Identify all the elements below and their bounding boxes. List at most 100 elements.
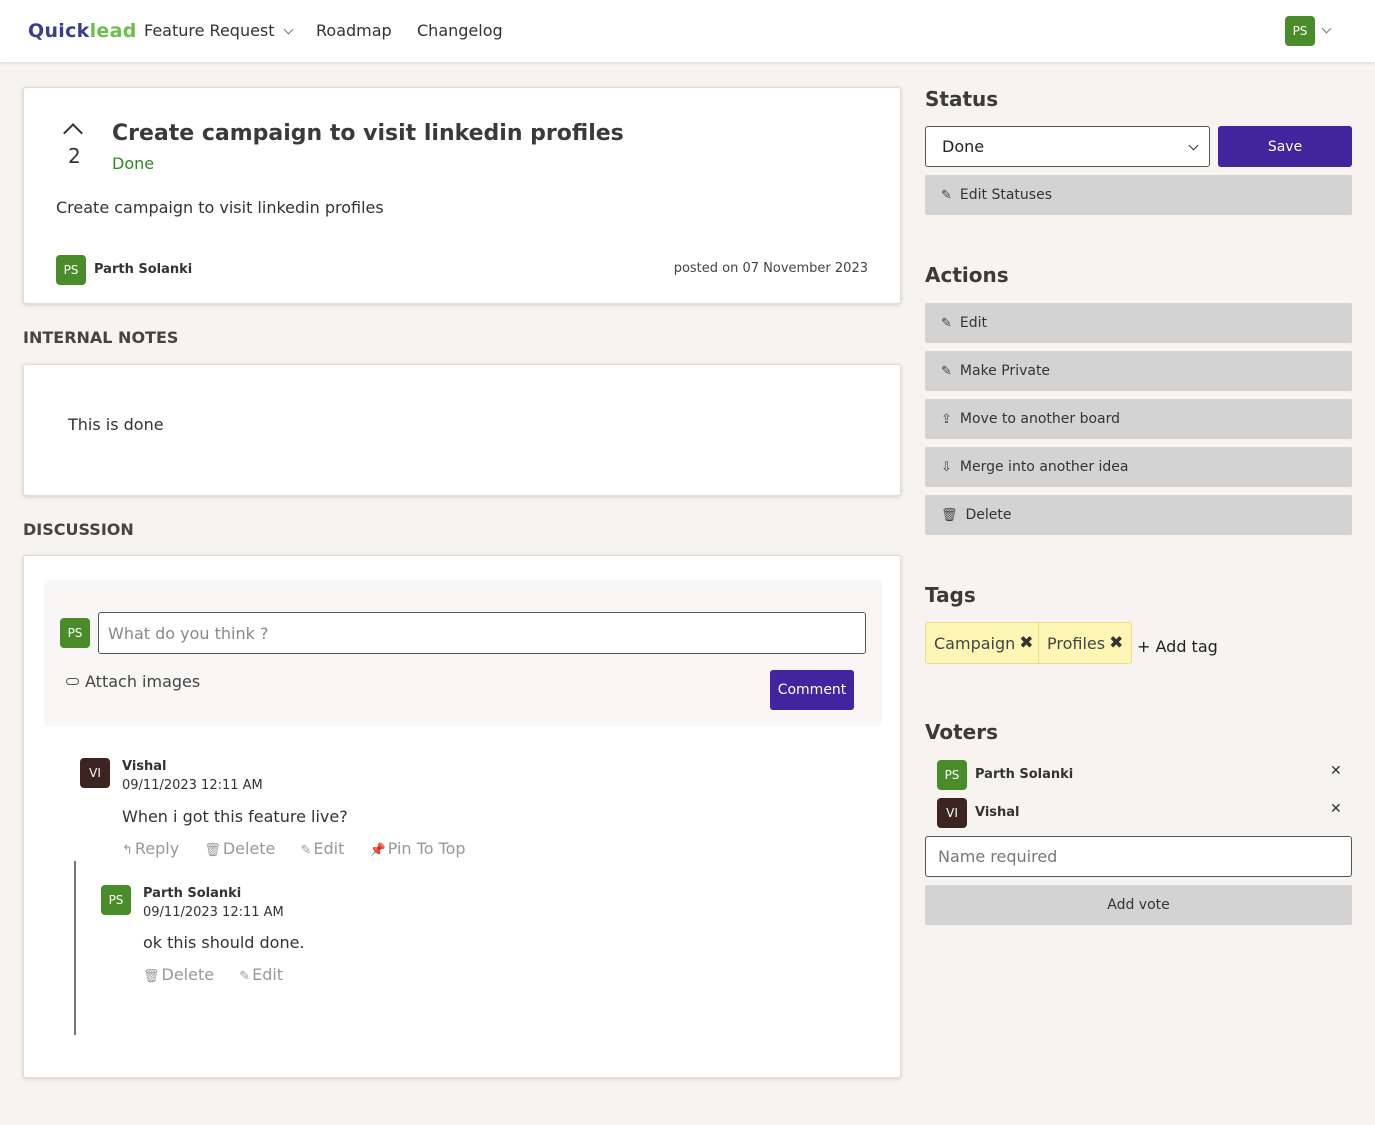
edit-statuses-label: Edit Statuses	[959, 187, 1052, 203]
quicklead-logo[interactable]: Quicklead	[28, 20, 137, 42]
add-tag-button[interactable]: + Add tag	[1137, 637, 1218, 656]
comment-author: Vishal	[122, 759, 167, 774]
remove-tag-icon[interactable]: ✖	[1019, 633, 1033, 653]
top-navbar: Quicklead Feature Request Roadmap Change…	[0, 0, 1375, 62]
make-private-button[interactable]: ✎ Make Private	[925, 351, 1352, 391]
share-icon: ⇪	[941, 411, 952, 427]
avatar: VI	[937, 798, 967, 828]
pencil-icon: ✎	[941, 315, 952, 331]
logo-text-part1: Quick	[28, 20, 90, 42]
post-status: Done	[112, 154, 155, 173]
nav-roadmap[interactable]: Roadmap	[316, 21, 392, 40]
tag-label: Campaign	[934, 633, 1016, 653]
reply-thread-line	[74, 861, 76, 1035]
avatar: PS	[60, 618, 90, 648]
voters-heading: Voters	[925, 720, 999, 744]
comment-actions: 🗑 Delete ✎ Edit	[143, 965, 303, 984]
attach-images-label: Attach images	[85, 672, 201, 691]
pencil-icon: ✎	[300, 843, 312, 858]
voter-name: Parth Solanki	[975, 767, 1074, 782]
avatar: VI	[80, 758, 110, 788]
pencil-icon: ✎	[941, 363, 952, 379]
tag-label: Profiles	[1047, 633, 1106, 653]
delete-label: Delete	[161, 965, 215, 984]
edit-label: Edit	[313, 839, 345, 858]
save-button[interactable]: Save	[1218, 126, 1352, 167]
action-label: Delete	[965, 507, 1012, 523]
pencil-icon: ✎	[239, 969, 251, 984]
status-heading: Status	[925, 87, 999, 111]
tag-campaign: Campaign ✖	[925, 622, 1043, 664]
discussion-card: PS Attach images Comment VI Vishal 09/11…	[23, 555, 901, 1078]
move-board-button[interactable]: ⇪ Move to another board	[925, 399, 1352, 439]
comment-text: ok this should done.	[143, 933, 305, 952]
voter-name-input[interactable]	[925, 836, 1352, 877]
post-date: posted on 07 November 2023	[673, 261, 868, 276]
actions-heading: Actions	[925, 263, 1009, 287]
delete-button[interactable]: 🗑 Delete	[143, 965, 224, 984]
tag-profiles: Profiles ✖	[1038, 622, 1133, 664]
tags-heading: Tags	[925, 583, 976, 607]
remove-voter-icon[interactable]: ✕	[1330, 763, 1342, 779]
nav-feature-request-label: Feature Request	[144, 21, 275, 40]
nav-feature-request[interactable]: Feature Request	[144, 21, 293, 40]
delete-button[interactable]: 🗑 Delete	[204, 839, 285, 858]
post-body: Create campaign to visit linkedin profil…	[56, 198, 384, 217]
merge-idea-button[interactable]: ⇩ Merge into another idea	[925, 447, 1352, 487]
reply-icon: ↰	[122, 843, 133, 858]
edit-button[interactable]: ✎ Edit	[301, 839, 355, 858]
trash-icon: 🗑	[204, 843, 221, 858]
comment-button[interactable]: Comment	[770, 670, 854, 710]
merge-icon: ⇩	[941, 459, 952, 475]
status-select-value: Done	[942, 137, 985, 156]
internal-notes-text: This is done	[68, 415, 164, 434]
delete-action-button[interactable]: 🗑 Delete	[925, 495, 1352, 535]
attach-images-button[interactable]: Attach images	[66, 672, 200, 691]
reply-button[interactable]: ↰ Reply	[122, 839, 189, 858]
discussion-label: DISCUSSION	[23, 520, 134, 539]
internal-notes-card[interactable]: This is done	[23, 364, 901, 496]
pencil-icon: ✎	[941, 187, 952, 203]
voter-name: Vishal	[975, 805, 1020, 820]
action-label: Edit	[959, 315, 988, 331]
logo-text-part2: lead	[89, 20, 137, 42]
edit-action-button[interactable]: ✎ Edit	[925, 303, 1352, 343]
vote-count: 2	[68, 144, 81, 168]
comment-composer: PS Attach images Comment	[44, 580, 882, 726]
pin-to-top-button[interactable]: 📌 Pin To Top	[369, 839, 475, 858]
remove-voter-icon[interactable]: ✕	[1330, 801, 1342, 817]
post-author: Parth Solanki	[94, 262, 193, 277]
action-label: Make Private	[959, 363, 1051, 379]
edit-statuses-button[interactable]: ✎ Edit Statuses	[925, 175, 1352, 215]
action-label: Merge into another idea	[959, 459, 1129, 475]
post-title: Create campaign to visit linkedin profil…	[112, 121, 624, 146]
upvote-arrow-icon[interactable]	[63, 123, 83, 143]
comment-time: 09/11/2023 12:11 AM	[122, 778, 263, 793]
avatar: PS	[937, 760, 967, 790]
comment-text: When i got this feature live?	[122, 807, 348, 826]
user-avatar[interactable]: PS	[1285, 16, 1315, 46]
nav-changelog[interactable]: Changelog	[417, 21, 503, 40]
pin-label: Pin To Top	[387, 839, 466, 858]
comment-time: 09/11/2023 12:11 AM	[143, 905, 284, 920]
chevron-down-icon[interactable]	[1321, 23, 1332, 34]
delete-label: Delete	[222, 839, 276, 858]
pin-icon: 📌	[369, 843, 386, 858]
comment-input[interactable]	[98, 612, 866, 654]
edit-label: Edit	[252, 965, 284, 984]
comment-author: Parth Solanki	[143, 886, 242, 901]
status-select[interactable]: Done	[925, 126, 1210, 167]
paperclip-icon	[66, 678, 79, 685]
post-card: 2 Create campaign to visit linkedin prof…	[23, 87, 901, 304]
avatar: PS	[56, 255, 86, 285]
chevron-down-icon	[1188, 140, 1199, 151]
chevron-down-icon	[283, 24, 293, 35]
internal-notes-label: INTERNAL NOTES	[23, 328, 179, 347]
edit-button[interactable]: ✎ Edit	[239, 965, 293, 984]
add-vote-button[interactable]: Add vote	[925, 885, 1352, 925]
trash-icon: 🗑	[143, 969, 160, 984]
avatar: PS	[101, 885, 131, 915]
action-label: Move to another board	[959, 411, 1121, 427]
remove-tag-icon[interactable]: ✖	[1109, 633, 1123, 653]
reply-label: Reply	[134, 839, 180, 858]
